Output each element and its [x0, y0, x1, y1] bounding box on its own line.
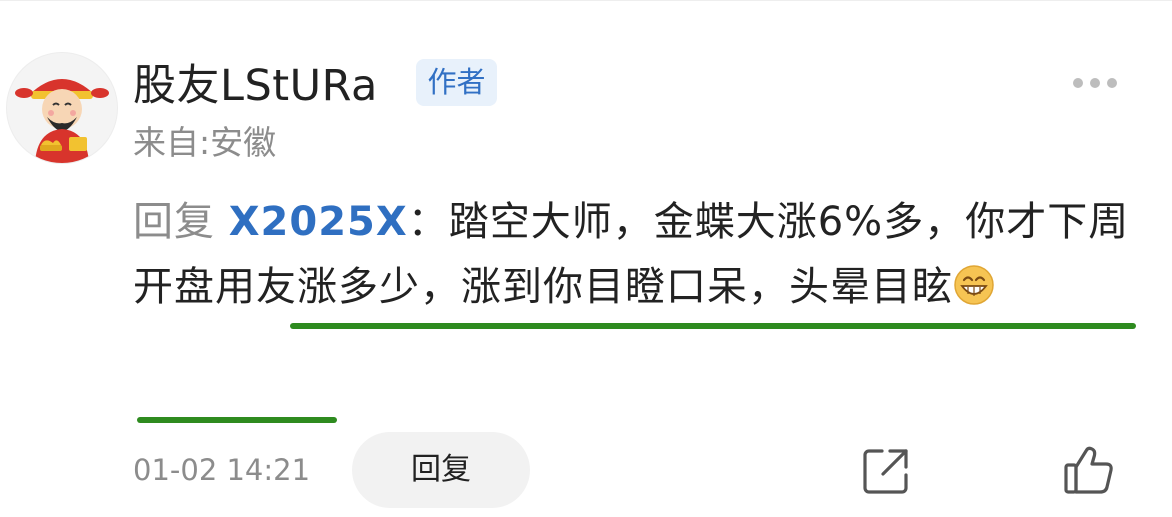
author-badge: 作者	[416, 59, 497, 106]
reply-prefix: 回复	[133, 199, 229, 245]
separator: ：	[407, 199, 449, 245]
god-of-wealth-avatar-icon	[15, 79, 109, 163]
location: 来自:安徽	[133, 123, 277, 162]
reply-button[interactable]: 回复	[352, 432, 530, 508]
green-underline-line-1	[290, 323, 1136, 329]
grinning-face-icon	[953, 261, 995, 326]
share-icon[interactable]	[860, 445, 912, 497]
avatar[interactable]	[6, 52, 118, 164]
thumbs-up-icon[interactable]	[1062, 443, 1116, 497]
top-divider	[0, 0, 1172, 1]
more-dots-icon[interactable]	[1070, 74, 1120, 92]
comment-body: 回复 X2025X：踏空大师，金蝶大涨6%多，你才下周开盘用友涨多少，涨到你目瞪…	[133, 190, 1133, 326]
mention-link[interactable]: X2025X	[229, 199, 408, 245]
username[interactable]: 股友LStURa	[133, 58, 378, 114]
green-underline-line-2	[137, 417, 337, 423]
timestamp: 01-02 14:21	[133, 453, 311, 487]
